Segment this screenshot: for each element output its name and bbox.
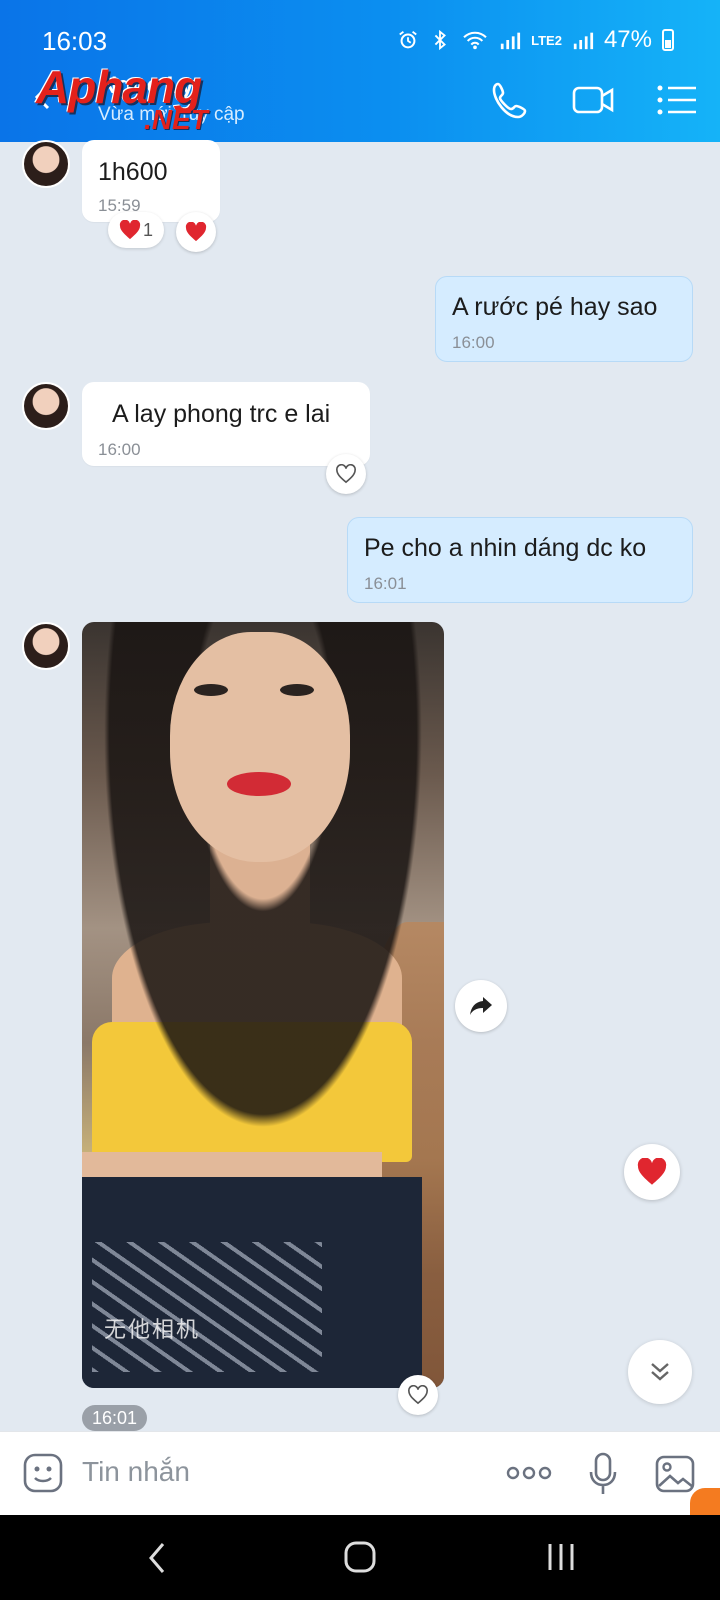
message-text: A rước pé hay sao [452,293,658,321]
status-icons: LTE2 47% [397,26,674,54]
avatar[interactable] [22,140,70,188]
system-navigation-bar [0,1515,720,1600]
photo-shape [227,772,291,796]
photo-shape [92,1242,322,1372]
status-bar: 16:03 LTE2 47% [0,0,720,58]
message-bubble-incoming[interactable]: 1h600 15:59 [82,140,220,222]
signal-2-icon [573,32,594,50]
message-time: 16:01 [364,574,407,593]
share-forward-button[interactable] [455,980,507,1032]
photo-time: 16:01 [82,1405,148,1431]
battery-icon [662,29,674,51]
message-text: 1h600 [98,158,168,186]
react-button[interactable] [176,212,216,252]
quick-heart-button[interactable] [624,1144,680,1200]
heart-icon [637,1158,667,1185]
heart-outline-icon [408,1385,428,1405]
message-time: 16:00 [452,333,495,352]
heart-filled-icon [185,222,207,242]
message-text: A lay phong trc e lai [112,400,331,428]
menu-list-icon[interactable] [654,78,702,122]
floating-assistant-badge[interactable] [690,1488,720,1518]
system-recents-icon[interactable] [546,1541,576,1573]
alarm-icon [399,31,417,49]
wifi-icon [463,31,487,50]
more-options-icon[interactable] [506,1464,552,1482]
sticker-emoji-icon[interactable] [22,1452,64,1494]
photo-camera-watermark: 无他相机 [104,1317,201,1342]
double-chevron-down-icon [651,1363,669,1381]
react-button[interactable] [326,454,366,494]
nav-bar: Ngọc Ly Vừa mới truy cập Aphang .NET [0,58,720,142]
battery-percent: 47% [603,26,652,53]
photo-message[interactable]: 无他相机 [82,622,444,1388]
photo-face [170,632,350,862]
photo-shape [280,684,314,696]
avatar[interactable] [22,382,70,430]
signal-icon [500,32,521,50]
share-arrow-icon [470,997,492,1015]
heart-outline-icon [336,464,356,484]
message-bubble-outgoing[interactable]: Pe cho a nhin dáng dc ko 16:01 [347,517,693,603]
message-input[interactable]: Tin nhắn [82,1456,190,1488]
microphone-icon[interactable] [588,1452,618,1496]
bluetooth-icon [434,29,447,51]
system-back-icon[interactable] [146,1541,168,1575]
heart-icon [119,220,141,240]
phone-call-icon[interactable] [488,78,536,122]
image-gallery-icon[interactable] [654,1454,696,1494]
network-label: LTE2 [531,32,562,48]
reaction-summary[interactable]: 1 [108,212,164,248]
message-time: 16:00 [98,440,141,459]
site-watermark-logo: Aphang .NET [36,60,256,140]
system-home-icon[interactable] [342,1539,378,1575]
watermark-sub: .NET [144,104,208,135]
react-button[interactable] [398,1375,438,1415]
avatar[interactable] [22,622,70,670]
photo-shape [194,684,228,696]
scroll-to-bottom-button[interactable] [628,1340,692,1404]
composer-bar: Tin nhắn [0,1431,720,1518]
message-bubble-incoming[interactable]: A lay phong trc e lai 16:00 [82,382,370,466]
status-time: 16:03 [42,26,108,56]
message-text: Pe cho a nhin dáng dc ko [364,534,647,562]
message-bubble-outgoing[interactable]: A rước pé hay sao 16:00 [435,276,693,362]
chat-header: 16:03 LTE2 47% Ngọc Ly Vừa mới truy cập … [0,0,720,142]
video-call-icon[interactable] [570,78,618,122]
reaction-count: 1 [142,219,153,240]
